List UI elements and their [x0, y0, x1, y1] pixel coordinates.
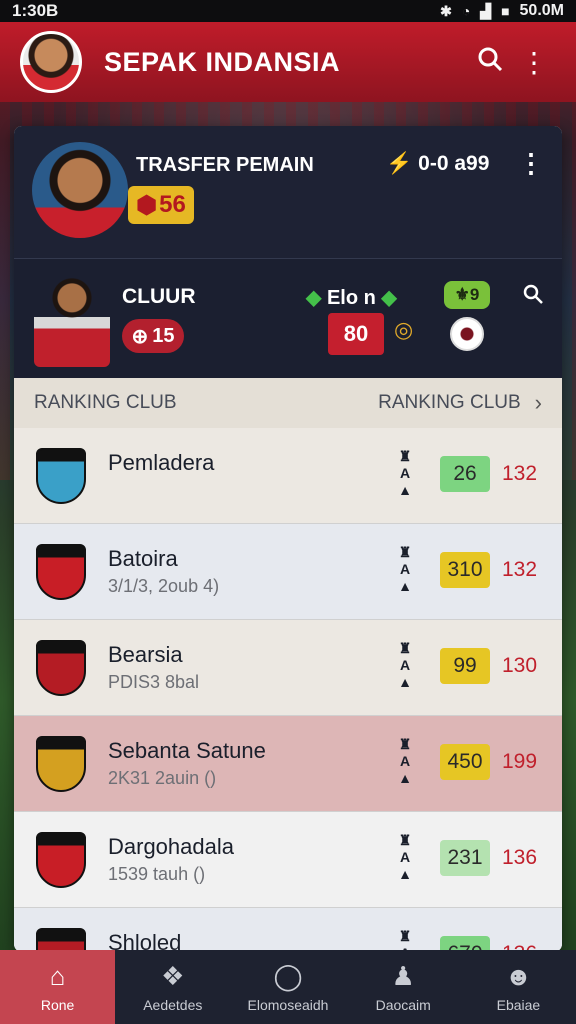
nav-item-rone[interactable]: ⌂ Rone: [0, 950, 116, 1024]
rank-icon: ♜A▲: [398, 928, 412, 952]
ranking-header[interactable]: RANKING CLUB RANKING CLUB ›: [14, 378, 562, 428]
globe-icon: ◯: [273, 961, 303, 991]
up-arrow-icon: ◆: [306, 287, 322, 309]
club-badge-value: 15: [152, 324, 175, 347]
rank-icon: ♜A▲: [398, 736, 412, 786]
chevron-right-icon[interactable]: ›: [535, 390, 542, 416]
rating-icon: ⬢: [136, 191, 158, 219]
table-row[interactable]: Dargohadala 1539 tauh () ♜ A ▲ 231 136: [14, 812, 562, 908]
club-name: Batoira: [108, 546, 178, 571]
rank-icon: ♜A▲: [398, 640, 412, 690]
status-time: 1:30B: [12, 1, 59, 20]
table-row[interactable]: Batoira 3/1/3, 2oub 4) ♜ A ▲ 310 132: [14, 524, 562, 620]
club-label: CLUUR: [122, 285, 196, 308]
more-vertical-icon[interactable]: ⋮: [518, 148, 544, 179]
rating-badge: ⬢ 56: [128, 186, 194, 224]
search-icon[interactable]: [522, 283, 544, 311]
club-points: 199: [502, 750, 538, 773]
search-icon[interactable]: [468, 45, 512, 80]
club-mini-badge: ⚜ 9: [444, 281, 490, 309]
rank-icon: ♜A▲: [398, 832, 412, 882]
club-subtitle: 2K31 2auin (): [108, 768, 217, 788]
club-panel[interactable]: CLUUR ⊕ 15 ◆ Elo n ◆ 80 ◎ ⚜ 9: [14, 258, 562, 378]
club-points: 136: [502, 846, 538, 869]
table-row[interactable]: Bearsia PDIS3 8bal ♜ A ▲ 99 130: [14, 620, 562, 716]
nav-item-elomoseaidh[interactable]: ◯ Elomoseaidh: [230, 950, 345, 1024]
nav-item-ebaiae[interactable]: ☻ Ebaiae: [461, 950, 576, 1024]
jersey-icon: ♟: [391, 961, 415, 991]
more-vertical-icon[interactable]: ⋮: [512, 46, 556, 79]
transfer-panel[interactable]: TRASFER PEMAIN ⬢ 56 ⚡ 0-0 a99 ⋮: [14, 126, 562, 258]
nav-item-daocaim[interactable]: ♟ Daocaim: [346, 950, 461, 1024]
app-title: SEPAK INDANSIA: [104, 46, 341, 77]
home-icon: ⌂: [49, 961, 66, 991]
rank-icon: ♜A▲: [398, 544, 412, 594]
club-score: 450: [440, 744, 490, 780]
player-photo: [32, 142, 128, 238]
trophy-icon: ⚜: [454, 285, 470, 304]
club-mini-value: 9: [469, 285, 480, 304]
transfer-title: TRASFER PEMAIN: [136, 154, 314, 176]
ranking-list: Pemladera ♜ A ▲ 26 132 Batoira 3/1/3, 2oub…: [14, 428, 562, 952]
club-badge: ⊕ 15: [122, 319, 184, 353]
club-crest-icon: [36, 640, 86, 696]
club-score: 231: [440, 840, 490, 876]
club-player-photo: [34, 271, 110, 367]
club-elo-label: Elo n: [326, 287, 376, 309]
app-bar: SEPAK INDANSIA ⋮: [0, 22, 576, 102]
main-card: TRASFER PEMAIN ⬢ 56 ⚡ 0-0 a99 ⋮ CLUUR ⊕ …: [14, 126, 562, 952]
ranking-header-right: RANKING CLUB: [378, 392, 521, 413]
club-crest-icon: [36, 928, 86, 952]
bluetooth-icon: ✱: [440, 2, 452, 19]
signal-icon: ▟: [480, 2, 492, 19]
coin-text: 0-0 a99: [418, 152, 490, 175]
battery-icon: ■: [501, 3, 510, 19]
avatar[interactable]: [20, 31, 82, 93]
club-subtitle: PDIS3 8bal: [108, 672, 200, 692]
ranking-header-left: RANKING CLUB: [34, 392, 177, 413]
club-score: 99: [440, 648, 490, 684]
shield-icon: ⊕: [131, 325, 149, 348]
rating-value: 56: [159, 191, 186, 218]
battery-text: 50.0M: [519, 2, 564, 19]
club-crest-icon: [36, 544, 86, 600]
club-score: 26: [440, 456, 490, 492]
wifi-icon: ◔: [461, 3, 471, 19]
club-name: Pemladera: [108, 450, 215, 475]
club-name: Bearsia: [108, 642, 183, 667]
club-points: 132: [502, 462, 538, 485]
club-subtitle: 3/1/3, 2oub 4): [108, 576, 220, 596]
status-bar: 1:30B ✱ ◔ ▟ ■ 50.0M: [0, 0, 576, 22]
club-name: Shloled: [108, 930, 182, 952]
rank-icon: ♜A▲: [398, 448, 412, 498]
bottom-nav: ⌂ Rone ❖ Aedetdes ◯ Elomoseaidh ♟ Daocai…: [0, 950, 576, 1024]
nav-label: Rone: [40, 997, 75, 1013]
club-score: 80: [328, 313, 384, 355]
nav-label: Aedetdes: [143, 997, 203, 1013]
nav-label: Elomoseaidh: [247, 997, 329, 1013]
club-crest-icon: [36, 832, 86, 888]
nav-label: Ebaiae: [496, 997, 541, 1013]
club-subtitle: 1539 tauh (): [108, 864, 206, 884]
club-crest-icon: [36, 448, 86, 504]
nav-label: Daocaim: [375, 997, 431, 1013]
ball-icon: [450, 317, 484, 351]
team-icon: ❖: [161, 961, 185, 991]
coin-value: ⚡ 0-0 a99: [386, 152, 489, 176]
bolt-icon: ⚡: [386, 152, 413, 175]
club-score: 310: [440, 552, 490, 588]
club-elo: ◆ Elo n ◆: [306, 285, 397, 310]
nav-item-aedetdes[interactable]: ❖ Aedetdes: [115, 950, 230, 1024]
down-arrow-icon: ◆: [381, 287, 397, 309]
club-name: Sebanta Satune: [108, 738, 266, 763]
table-row[interactable]: Sebanta Satune 2K31 2auin () ♜ A ▲ 450 199: [14, 716, 562, 812]
coin-icon: ◎: [394, 317, 414, 342]
club-points: 132: [502, 558, 538, 581]
club-crest-icon: [36, 736, 86, 792]
club-points: 130: [502, 654, 538, 677]
club-name: Dargohadala: [108, 834, 234, 859]
table-row[interactable]: Pemladera ♜ A ▲ 26 132: [14, 428, 562, 524]
profile-icon: ☻: [504, 961, 533, 991]
table-row[interactable]: Shloled 0/13 2auh () ♜A▲ 670 136: [14, 908, 562, 952]
